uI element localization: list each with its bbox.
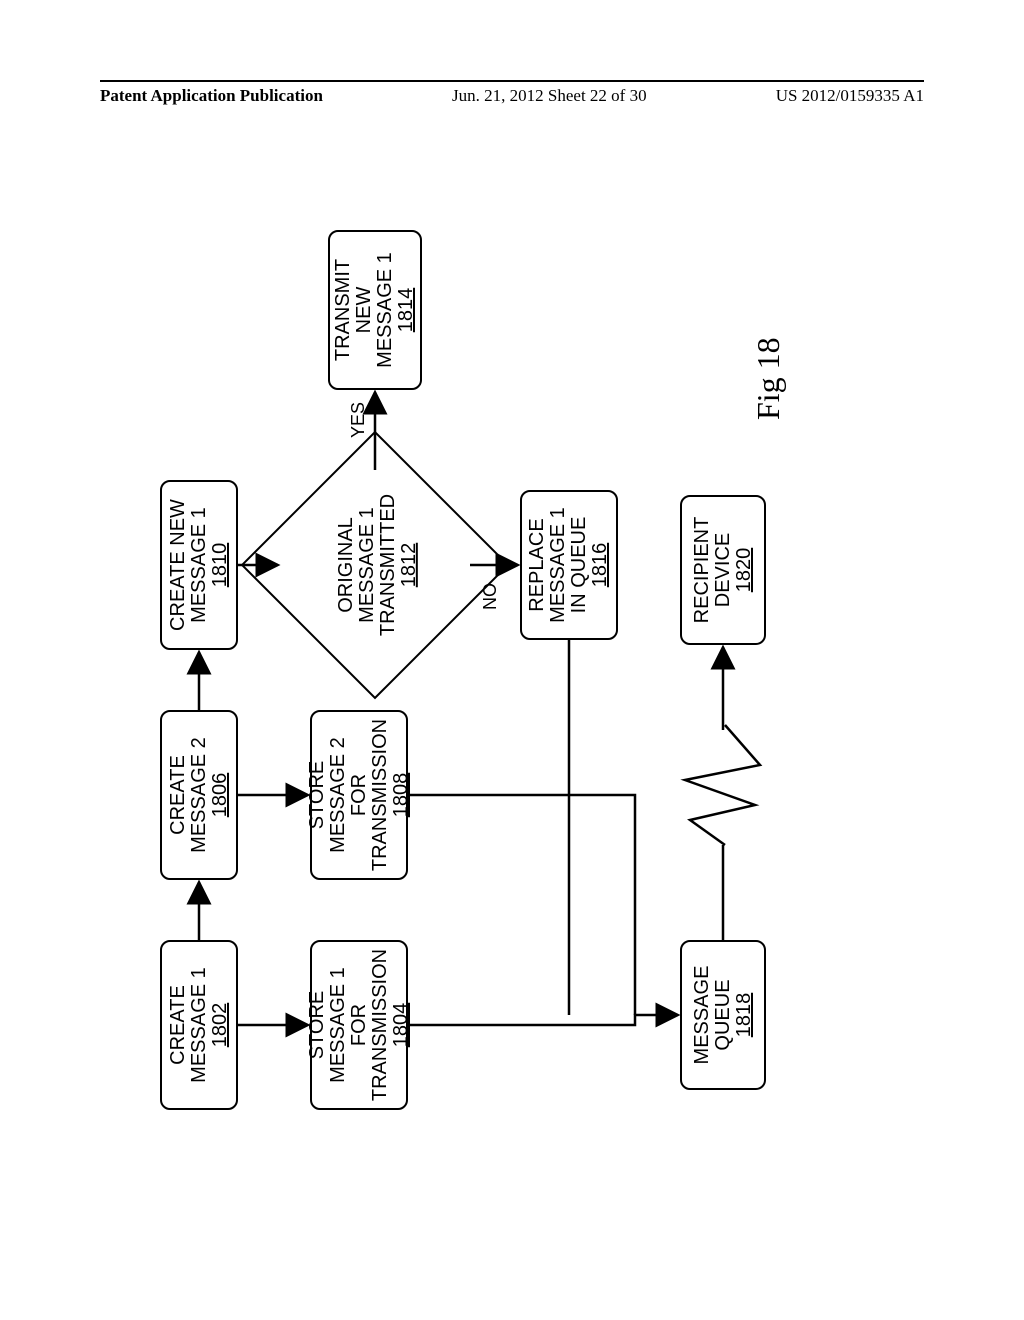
label-yes: YES (348, 402, 369, 438)
header-mid: Jun. 21, 2012 Sheet 22 of 30 (452, 86, 647, 106)
box-create-new-message-1: CREATE NEW MESSAGE 1 1810 (160, 480, 238, 650)
figure-18: CREATE MESSAGE 1 1802 CREATE MESSAGE 2 1… (130, 210, 890, 1130)
box-create-message-1: CREATE MESSAGE 1 1802 (160, 940, 238, 1110)
decision-original-transmitted: ORIGINAL MESSAGE 1 TRANSMITTED 1812 (280, 470, 470, 660)
box-store-message-2: STORE MESSAGE 2 FOR TRANSMISSION 1808 (310, 710, 408, 880)
header-left: Patent Application Publication (100, 86, 323, 106)
header-right: US 2012/0159335 A1 (776, 86, 924, 106)
box-store-message-1: STORE MESSAGE 1 FOR TRANSMISSION 1804 (310, 940, 408, 1110)
box-replace-message-1: REPLACE MESSAGE 1 IN QUEUE 1816 (520, 490, 618, 640)
figure-caption: Fig 18 (750, 337, 787, 420)
network-zigzag-icon (680, 720, 770, 850)
page-header: Patent Application Publication Jun. 21, … (0, 80, 1024, 106)
box-transmit-new-message-1: TRANSMIT NEW MESSAGE 1 1814 (328, 230, 422, 390)
box-create-message-2: CREATE MESSAGE 2 1806 (160, 710, 238, 880)
box-recipient-device: RECIPIENT DEVICE 1820 (680, 495, 766, 645)
label-no: NO (480, 583, 501, 610)
box-message-queue: MESSAGE QUEUE 1818 (680, 940, 766, 1090)
